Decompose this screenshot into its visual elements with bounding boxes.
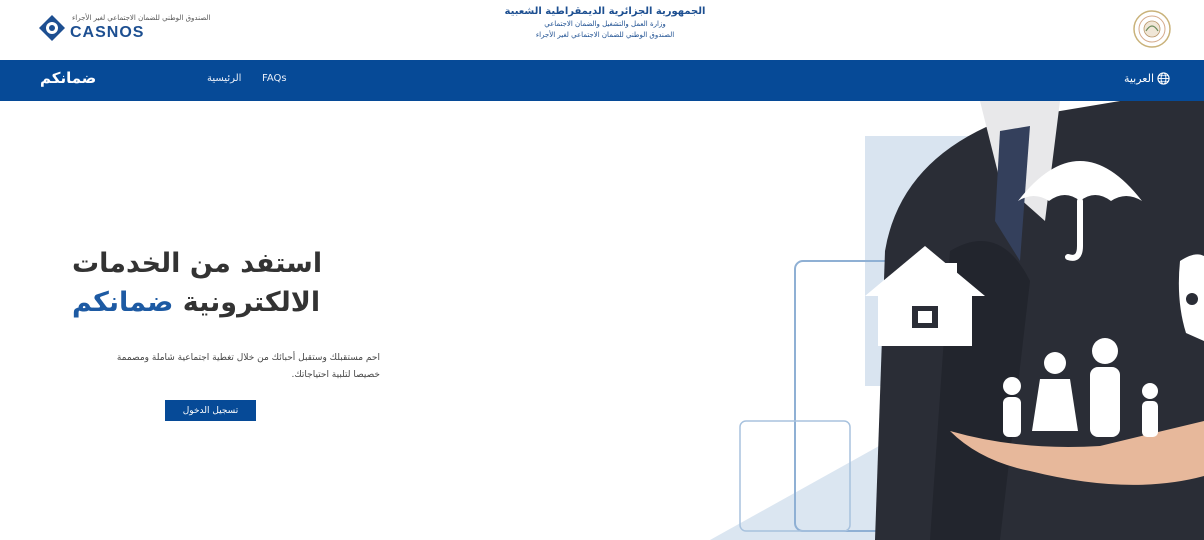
casnos-logo-mark-icon bbox=[39, 15, 65, 41]
hero-description: احم مستقبلك وستقبل أحبائك من خلال تغطية … bbox=[116, 353, 380, 381]
hero-illustration bbox=[710, 101, 1204, 540]
hero-title: استفد من الخدمات الالكترونية ضمانكم bbox=[72, 244, 402, 322]
globe-icon bbox=[1157, 72, 1170, 85]
login-button[interactable]: تسجيل الدخول bbox=[165, 400, 256, 421]
hero-title-word: الالكترونية bbox=[182, 287, 321, 319]
hero-section: استفد من الخدمات الالكترونية ضمانكم احم … bbox=[0, 101, 1204, 540]
brand-link[interactable]: ضمانكم bbox=[40, 69, 96, 87]
government-title: الجمهورية الجزائرية الديمقراطية الشعبية … bbox=[480, 6, 730, 39]
casnos-logo[interactable]: الصندوق الوطني للضمان الاجتماعي لغير الأ… bbox=[38, 12, 210, 46]
gov-line-2: وزارة العمل والتشغيل والضمان الاجتماعي bbox=[544, 20, 666, 28]
hero-title-line-2: الالكترونية ضمانكم bbox=[72, 283, 402, 322]
logo-name: CASNOS bbox=[70, 24, 145, 41]
logo-small-text: الصندوق الوطني للضمان الاجتماعي لغير الأ… bbox=[72, 14, 211, 22]
nav-link-faqs[interactable]: FAQs bbox=[262, 73, 287, 84]
hero-title-line-1: استفد من الخدمات bbox=[72, 248, 323, 279]
language-selector[interactable]: العربية bbox=[1124, 72, 1170, 85]
nav-link-home[interactable]: الرئيسية bbox=[207, 73, 241, 84]
top-header: الصندوق الوطني للضمان الاجتماعي لغير الأ… bbox=[0, 0, 1204, 60]
gov-line-3: الصندوق الوطني للضمان الاجتماعي لغير الأ… bbox=[535, 31, 675, 39]
main-navbar: ضمانكم الرئيسية FAQs العربية bbox=[0, 60, 1204, 101]
gov-line-1: الجمهورية الجزائرية الديمقراطية الشعبية bbox=[504, 6, 706, 17]
state-seal-icon bbox=[1133, 10, 1171, 48]
language-label: العربية bbox=[1123, 72, 1154, 85]
hero-title-accent: ضمانكم bbox=[72, 287, 174, 319]
